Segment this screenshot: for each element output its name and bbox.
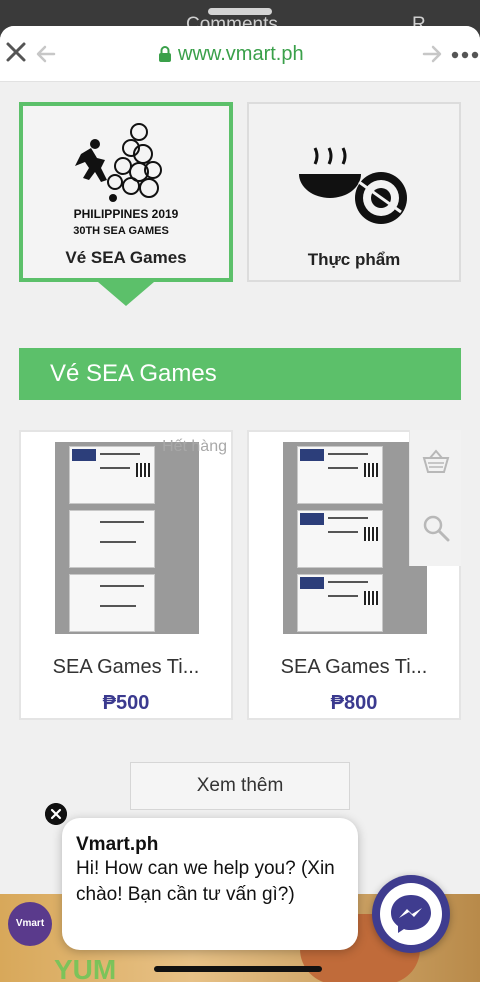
- product-tools: [409, 430, 461, 566]
- logo-text-2: 30TH SEA GAMES: [73, 225, 169, 237]
- product-price: ₱500: [102, 692, 150, 714]
- food-icon: [299, 147, 407, 224]
- basket-icon[interactable]: [422, 448, 450, 476]
- product-price: ₱800: [330, 692, 378, 714]
- category-sea-games[interactable]: PHILIPPINES 2019 30TH SEA GAMES Vé SEA G…: [19, 102, 233, 282]
- category-food[interactable]: Thực phẩm: [247, 102, 461, 282]
- browser-bar: www.vmart.ph: [0, 26, 480, 82]
- url-text: www.vmart.ph: [178, 42, 304, 65]
- section-title: Vé SEA Games: [50, 360, 217, 387]
- category-label: Vé SEA Games: [65, 248, 187, 267]
- banner-text: YUM: [54, 954, 117, 982]
- product-image[interactable]: [55, 442, 199, 634]
- lock-icon: [159, 46, 171, 62]
- see-more-button[interactable]: Xem thêm: [130, 762, 350, 810]
- product-title[interactable]: SEA Games Ti...: [249, 656, 459, 679]
- more-icon[interactable]: [450, 50, 480, 60]
- messenger-button[interactable]: [372, 875, 450, 953]
- messenger-icon: [380, 883, 442, 945]
- vmart-logo: Vmart: [8, 902, 52, 946]
- chat-bubble[interactable]: Vmart.ph Hi! How can we help you? (Xin c…: [62, 818, 358, 950]
- section-banner: Vé SEA Games: [19, 348, 461, 400]
- sea-games-logo-icon: PHILIPPINES 2019 30TH SEA GAMES: [73, 123, 179, 237]
- back-arrow-icon[interactable]: [34, 42, 58, 66]
- logo-text-1: PHILIPPINES 2019: [74, 207, 179, 221]
- out-of-stock-badge: Hết hàng: [162, 438, 227, 455]
- forward-arrow-icon[interactable]: [420, 42, 444, 66]
- chat-close-icon[interactable]: [45, 803, 67, 825]
- search-icon[interactable]: [422, 514, 450, 542]
- product-card[interactable]: SEA Games Ti... ₱800: [247, 430, 461, 720]
- product-title[interactable]: SEA Games Ti...: [21, 656, 231, 679]
- product-image[interactable]: [283, 442, 427, 634]
- active-category-pointer: [98, 282, 154, 306]
- category-label: Thực phẩm: [307, 250, 401, 269]
- product-card[interactable]: Hết hàng SEA Games Ti... ₱500: [19, 430, 233, 720]
- close-icon[interactable]: [4, 40, 28, 64]
- home-indicator[interactable]: [154, 966, 322, 972]
- chat-message: Hi! How can we help you? (Xin chào! Bạn …: [76, 858, 335, 905]
- chat-sender: Vmart.ph: [76, 834, 159, 855]
- url-bar[interactable]: www.vmart.ph: [158, 42, 304, 66]
